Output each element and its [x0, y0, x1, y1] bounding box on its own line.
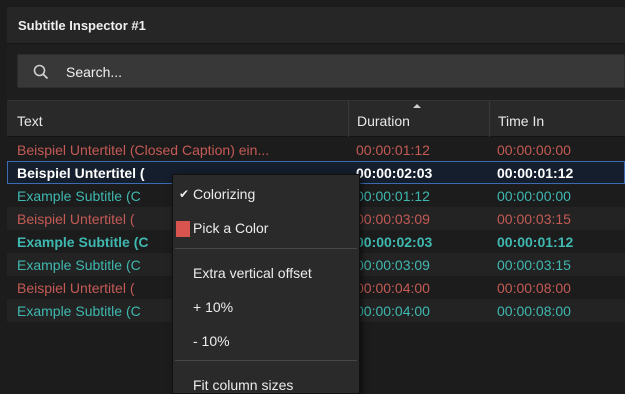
- panel-title: Subtitle Inspector #1: [18, 18, 146, 33]
- cell-text: Beispiel Untertitel (Closed Caption) ein…: [17, 142, 270, 158]
- search-input[interactable]: [66, 62, 466, 82]
- menu-item-fit-column-sizes[interactable]: Fit column sizes: [173, 370, 359, 394]
- search-box[interactable]: [17, 54, 625, 88]
- context-menu: ✔ Colorizing Pick a Color Extra vertical…: [172, 174, 360, 394]
- menu-item-plus-10[interactable]: + 10%: [173, 292, 359, 322]
- menu-item-pick-color[interactable]: Pick a Color: [173, 213, 359, 243]
- cell-time-in: 00:00:00:00: [497, 188, 571, 204]
- menu-item-label: + 10%: [193, 299, 234, 315]
- table-row[interactable]: Beispiel Untertitel (Closed Caption) ein…: [7, 138, 625, 161]
- menu-item-extra-vertical-offset[interactable]: Extra vertical offset: [173, 258, 359, 288]
- cell-time-in: 00:00:08:00: [497, 280, 571, 296]
- menu-item-colorizing[interactable]: ✔ Colorizing: [173, 179, 359, 209]
- sort-ascending-icon: [413, 104, 421, 108]
- cell-time-in: 00:00:01:12: [497, 234, 574, 250]
- table-header: Text Duration Time In: [7, 100, 625, 137]
- menu-separator: [175, 248, 357, 249]
- cell-duration: 00:00:02:03: [356, 234, 433, 250]
- menu-item-label: - 10%: [193, 333, 230, 349]
- panel-titlebar: Subtitle Inspector #1: [7, 7, 625, 44]
- cell-time-in: 00:00:03:15: [497, 257, 571, 273]
- cell-duration: 00:00:01:12: [356, 188, 430, 204]
- column-header-time-in[interactable]: Time In: [489, 101, 625, 137]
- cell-duration: 00:00:03:09: [356, 211, 430, 227]
- search-icon: [33, 64, 49, 80]
- menu-item-label: Fit column sizes: [193, 377, 294, 393]
- menu-item-label: Colorizing: [193, 186, 256, 202]
- cell-duration: 00:00:03:09: [356, 257, 430, 273]
- menu-separator: [175, 360, 357, 361]
- cell-time-in: 00:00:08:00: [497, 303, 571, 319]
- color-swatch-icon: [176, 221, 190, 237]
- cell-time-in: 00:00:00:00: [497, 142, 571, 158]
- cell-duration: 00:00:04:00: [356, 303, 430, 319]
- cell-duration: 00:00:02:03: [356, 165, 433, 181]
- column-header-text[interactable]: Text: [17, 101, 347, 137]
- subtitle-inspector-panel: Subtitle Inspector #1 Text Duration Time…: [0, 0, 625, 394]
- cell-time-in: 00:00:03:15: [497, 211, 571, 227]
- search-area: [7, 44, 625, 100]
- cell-time-in: 00:00:01:12: [497, 165, 574, 181]
- menu-item-minus-10[interactable]: - 10%: [173, 326, 359, 356]
- cell-duration: 00:00:04:00: [356, 280, 430, 296]
- menu-item-label: Extra vertical offset: [193, 265, 312, 281]
- menu-item-label: Pick a Color: [193, 220, 269, 236]
- cell-duration: 00:00:01:12: [356, 142, 430, 158]
- checkmark-icon: ✔: [179, 187, 190, 201]
